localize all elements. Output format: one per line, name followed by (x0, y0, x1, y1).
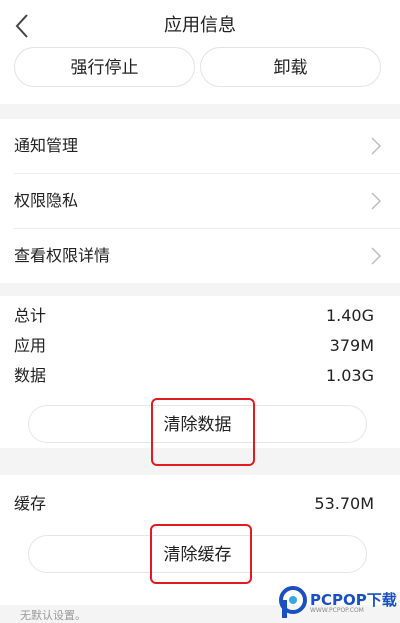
total-value: 1.40G (325, 306, 374, 325)
force-stop-label: 强行停止 (70, 58, 139, 78)
highlight-box (150, 524, 252, 584)
menu-item-permission-details[interactable]: 查看权限详情 (0, 229, 400, 283)
chevron-right-icon (371, 137, 382, 155)
data-size-label: 数据 (14, 366, 47, 385)
chevron-right-icon (371, 247, 382, 265)
cache-value: 53.70M (314, 494, 374, 513)
menu-item-label: 通知管理 (14, 136, 79, 155)
top-actions-section: 强行停止 卸载 (0, 45, 400, 104)
uninstall-label: 卸载 (273, 58, 308, 78)
app-size-label: 应用 (14, 336, 47, 355)
pcpop-logo-icon (279, 586, 307, 618)
menu-item-label: 权限隐私 (14, 191, 79, 210)
menu-item-label: 查看权限详情 (14, 246, 111, 265)
highlight-box (151, 398, 255, 466)
force-stop-button[interactable]: 强行停止 (14, 47, 195, 87)
watermark-url: WWW.PCPOP.COM (310, 607, 364, 614)
watermark: PCPOP下载 WWW.PCPOP.COM (276, 583, 400, 621)
cache-label: 缓存 (14, 494, 47, 513)
default-settings-note: 无默认设置。 (20, 609, 86, 622)
data-size-value: 1.03G (325, 366, 374, 385)
menu-item-permissions-privacy[interactable]: 权限隐私 (0, 174, 400, 228)
menu-item-notification[interactable]: 通知管理 (0, 119, 400, 173)
uninstall-button[interactable]: 卸载 (200, 47, 381, 87)
chevron-right-icon (371, 192, 382, 210)
total-label: 总计 (14, 306, 47, 325)
app-size-value: 379M (329, 336, 374, 355)
menu-section: 通知管理 权限隐私 查看权限详情 (0, 119, 400, 283)
